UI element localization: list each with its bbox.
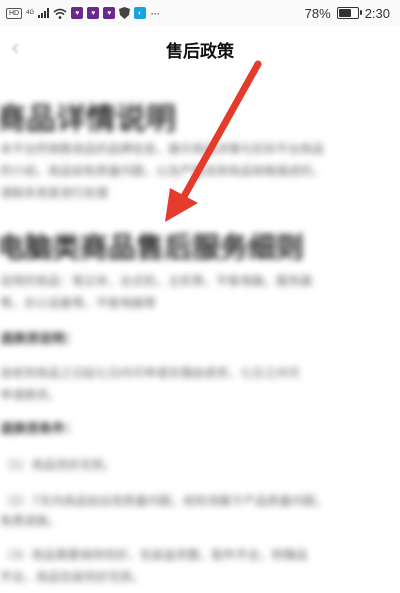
more-icon: ··· — [150, 6, 160, 20]
app-notification-icon: ♥ — [87, 7, 100, 19]
paragraph-line: 请联系商家进行处理 — [0, 186, 109, 200]
paragraph-line: 自收到商品之日起七日内可申请无理由退货，七日之内可 — [0, 366, 301, 380]
app-notification-icon: ♥ — [71, 7, 84, 19]
page-content: 商品详情说明 本平台所销售商品的品牌信息，展示商品详情与实际平台商品 的介绍，商… — [0, 80, 400, 593]
status-bar: HD 4G ♥ ♥ ♥ ◐ ··· 78% 2:30 — [0, 0, 400, 26]
paragraph-line: 申请换货。 — [0, 388, 61, 402]
wifi-icon — [53, 8, 67, 19]
subheading-conditions: 退换货条件： — [0, 422, 79, 437]
paragraph-line: 的介绍，商品如有质量问题，以及严重违背商品规格描述的， — [0, 164, 325, 178]
paragraph-line: 本平台所销售商品的品牌信息，展示商品详情与实际平台商品 — [0, 142, 325, 156]
battery-percent: 78% — [304, 5, 331, 21]
message-icon: ◐ — [134, 7, 147, 19]
list-item: （1）商品完好无损。 — [0, 458, 116, 472]
hd-indicator: HD — [6, 7, 23, 19]
list-item: 免费退换。 — [0, 514, 61, 528]
shield-icon — [119, 7, 131, 19]
list-item: （2）7天内商品如出现质量问题，经检测属于产品质量问题， — [0, 494, 328, 508]
heading-after-sales-rules: 电脑类商品售后服务细则 — [0, 231, 305, 264]
page-header: ‹ 售后政策 — [0, 26, 400, 72]
clock: 2:30 — [364, 5, 390, 21]
page-title: 售后政策 — [166, 41, 234, 62]
back-button[interactable]: ‹ — [2, 36, 28, 62]
heading-product-details: 商品详情说明 — [0, 102, 176, 137]
signal-icon — [38, 8, 50, 18]
list-item: 齐全，商品包装完好无损。 — [0, 570, 145, 584]
subheading-returns: 退换货说明： — [0, 332, 79, 347]
battery-icon — [336, 7, 362, 19]
paragraph-line: 等，办公设备等，平板电脑等 — [0, 296, 157, 310]
list-item: （3）商品需要保持完好，包装盒完整，配件齐全，附赠品 — [0, 548, 308, 562]
paragraph-line: 适用的商品：笔记本，台式机，主机等，平板电脑，服务器 — [0, 274, 313, 288]
network-type: 4G — [26, 9, 35, 16]
app-notification-icon: ♥ — [103, 7, 116, 19]
